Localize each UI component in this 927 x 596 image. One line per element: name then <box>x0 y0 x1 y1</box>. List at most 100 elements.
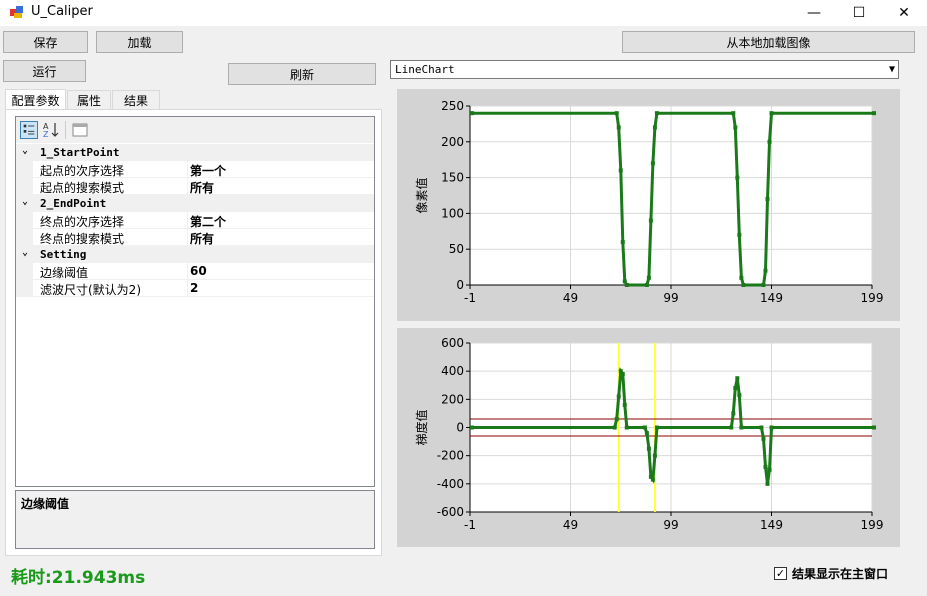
property-value[interactable]: 所有 <box>190 230 214 247</box>
y-tick-label: -200 <box>437 449 464 463</box>
row-gutter <box>16 263 33 280</box>
series-point <box>620 371 625 376</box>
series-point <box>646 446 651 451</box>
category-row[interactable]: ⌄ 1_StartPoint <box>16 144 374 161</box>
property-value[interactable]: 所有 <box>190 179 214 196</box>
property-value[interactable]: 2 <box>190 281 198 295</box>
row-gutter <box>16 280 33 297</box>
column-divider <box>187 229 188 246</box>
property-value[interactable]: 60 <box>190 264 207 278</box>
refresh-button[interactable]: 刷新 <box>228 63 376 85</box>
title-bar: U_Caliper — ☐ ✕ <box>0 0 927 26</box>
series-point <box>729 425 734 430</box>
series-point <box>624 425 629 430</box>
series-point <box>735 175 740 180</box>
property-row[interactable]: 终点的次序选择 第二个 <box>16 212 374 229</box>
row-gutter <box>16 229 33 246</box>
series-point <box>735 376 740 381</box>
y-tick-label: 0 <box>456 421 464 435</box>
property-grid-toolbar: A Z <box>16 117 374 143</box>
series-point <box>731 111 736 116</box>
series-point <box>872 425 877 430</box>
minimize-button[interactable]: — <box>791 0 837 26</box>
sort-alphabetical-icon[interactable]: A Z <box>42 121 60 139</box>
series-point <box>733 386 738 391</box>
load-image-button[interactable]: 从本地加载图像 <box>622 31 915 53</box>
save-button[interactable]: 保存 <box>3 31 88 53</box>
property-name: 滤波尺寸(默认为2) <box>40 283 141 297</box>
series-point <box>761 283 766 287</box>
categorized-icon[interactable] <box>20 121 38 139</box>
series-point <box>741 283 746 287</box>
chevron-down-icon[interactable]: ⌄ <box>22 145 28 156</box>
x-tick-label: 199 <box>861 291 884 305</box>
series-point <box>767 139 772 144</box>
row-gutter <box>16 161 33 178</box>
tab-config[interactable]: 配置参数 <box>5 89 66 110</box>
category-label: 1_StartPoint <box>40 146 120 159</box>
chevron-down-icon[interactable]: ⌄ <box>22 247 28 258</box>
series-point <box>765 481 770 486</box>
y-tick-label: 200 <box>441 135 464 149</box>
series-point <box>648 218 653 223</box>
series-point <box>616 394 621 399</box>
tab-results[interactable]: 结果 <box>112 90 160 110</box>
series-point <box>769 111 774 116</box>
svg-text:Z: Z <box>43 130 49 139</box>
series-point <box>644 431 649 436</box>
show-in-main-window-option[interactable]: ✓ 结果显示在主窗口 <box>774 565 888 582</box>
y-tick-label: -600 <box>437 505 464 519</box>
property-value[interactable]: 第二个 <box>190 213 226 230</box>
series-point <box>733 125 738 130</box>
close-button[interactable]: ✕ <box>881 0 927 26</box>
column-divider <box>187 178 188 195</box>
row-gutter <box>16 212 33 229</box>
property-row[interactable]: 滤波尺寸(默认为2) 2 <box>16 280 374 297</box>
show-in-main-window-checkbox[interactable]: ✓ <box>774 567 787 580</box>
y-axis-label: 梯度值 <box>414 409 429 445</box>
series-point <box>652 453 657 458</box>
property-row[interactable]: 边缘阈值 60 <box>16 263 374 280</box>
series-point <box>644 283 649 287</box>
column-divider <box>187 212 188 229</box>
category-row[interactable]: ⌄ Setting <box>16 246 374 263</box>
window-title: U_Caliper <box>31 4 93 19</box>
property-row[interactable]: 起点的搜索模式 所有 <box>16 178 374 195</box>
property-name: 终点的搜索模式 <box>40 232 125 246</box>
series-point <box>470 425 475 430</box>
category-label: 2_EndPoint <box>40 197 107 210</box>
maximize-button[interactable]: ☐ <box>836 0 882 26</box>
category-row[interactable]: ⌄ 2_EndPoint <box>16 195 374 212</box>
chart-svg: 0 50 100 150 200 250 -1 49 99 149 199 像素值 <box>414 99 884 305</box>
chart-type-value: LineChart <box>395 63 455 76</box>
y-tick-label: 50 <box>449 242 464 256</box>
chart-type-dropdown[interactable]: LineChart ▼ <box>390 60 899 79</box>
series-point <box>612 425 617 430</box>
gradient-value-chart: -600 -400 -200 0 200 400 600 -1 49 99 149 199 梯度值 <box>397 328 900 547</box>
property-description: 边缘阈值 <box>15 490 375 549</box>
series-point <box>614 417 619 422</box>
chevron-down-icon[interactable]: ⌄ <box>22 196 28 207</box>
column-divider <box>187 280 188 297</box>
x-tick-label: 49 <box>563 518 578 532</box>
load-button[interactable]: 加载 <box>96 31 183 53</box>
property-pages-icon[interactable] <box>71 121 89 139</box>
tab-properties[interactable]: 属性 <box>67 90 111 110</box>
series-point <box>624 283 629 287</box>
x-tick-label: -1 <box>464 518 476 532</box>
series-point <box>739 425 744 430</box>
y-tick-label: 200 <box>441 392 464 406</box>
series-point <box>761 436 766 441</box>
series-point <box>620 240 625 245</box>
show-in-main-window-label: 结果显示在主窗口 <box>792 567 889 581</box>
property-name: 边缘阈值 <box>40 266 89 280</box>
series-point <box>763 464 768 469</box>
property-row[interactable]: 起点的次序选择 第一个 <box>16 161 374 178</box>
series-point <box>646 275 651 280</box>
property-value[interactable]: 第一个 <box>190 162 226 179</box>
property-name: 终点的次序选择 <box>40 215 125 229</box>
run-button[interactable]: 运行 <box>3 60 86 82</box>
series-point <box>769 425 774 430</box>
property-row[interactable]: 终点的搜索模式 所有 <box>16 229 374 246</box>
series-point <box>737 393 742 398</box>
